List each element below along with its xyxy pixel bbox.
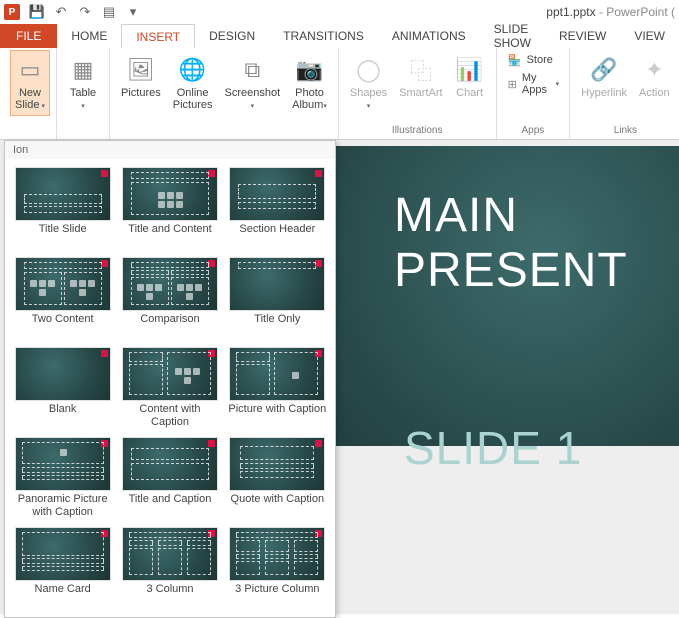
- layout-title-only[interactable]: Title Only: [226, 255, 329, 341]
- group-slides-label: [10, 123, 50, 139]
- chart-icon: 📊: [455, 55, 485, 85]
- action-button[interactable]: ✦ Action: [634, 50, 675, 104]
- gallery-theme-header: Ion: [5, 141, 335, 159]
- group-slides: ▭ New Slide ▾: [0, 48, 57, 139]
- store-button[interactable]: 🏪 Store: [503, 50, 557, 70]
- window-title-suffix: - PowerPoint (: [596, 5, 675, 19]
- screenshot-icon: ⧉: [237, 55, 267, 85]
- online-pictures-button[interactable]: 🌐Online Pictures: [168, 50, 218, 116]
- photo-album-icon: 📷: [295, 55, 325, 85]
- tab-slideshow[interactable]: SLIDE SHOW: [480, 24, 545, 48]
- quick-access-toolbar: 💾 ↶ ↷ ▤ ▾: [26, 1, 144, 23]
- ribbon-tabs: FILE HOME INSERT DESIGN TRANSITIONS ANIM…: [0, 24, 679, 48]
- tab-review[interactable]: REVIEW: [545, 24, 620, 48]
- my-apps-button[interactable]: ⊞My Apps ▾: [503, 70, 564, 98]
- window-title: ppt1.pptx - PowerPoint (: [144, 5, 679, 19]
- shapes-icon: ◯: [354, 55, 384, 85]
- smartart-button[interactable]: ⿻ SmartArt: [394, 50, 447, 104]
- tab-insert[interactable]: INSERT: [121, 24, 195, 48]
- layout-panoramic-picture[interactable]: Panoramic Picture with Caption: [11, 435, 114, 521]
- redo-button[interactable]: ↷: [74, 1, 96, 23]
- group-images: 🖼Pictures 🌐Online Pictures ⧉Screenshot▾ …: [110, 48, 339, 139]
- new-slide-label: New Slide ▾: [15, 87, 45, 111]
- online-pictures-label: Online Pictures: [173, 87, 213, 111]
- layout-picture-with-caption[interactable]: Picture with Caption: [226, 345, 329, 431]
- store-icon: 🏪: [507, 52, 523, 68]
- layout-two-content[interactable]: Two Content: [11, 255, 114, 341]
- undo-button[interactable]: ↶: [50, 1, 72, 23]
- screenshot-label: Screenshot▾: [225, 87, 281, 111]
- smartart-label: SmartArt: [399, 87, 442, 99]
- layout-blank[interactable]: Blank: [11, 345, 114, 431]
- table-button[interactable]: ▦ Table▾: [63, 50, 103, 116]
- tab-file[interactable]: FILE: [0, 24, 57, 48]
- layout-3-picture-column[interactable]: 3 Picture Column: [226, 525, 329, 611]
- table-icon: ▦: [68, 55, 98, 85]
- layout-title-and-content[interactable]: Title and Content: [118, 165, 221, 251]
- layout-content-with-caption[interactable]: Content with Caption: [118, 345, 221, 431]
- hyperlink-button[interactable]: 🔗 Hyperlink: [576, 50, 632, 104]
- new-slide-icon: ▭: [15, 55, 45, 85]
- store-label: Store: [527, 54, 553, 66]
- layout-title-slide[interactable]: Title Slide: [11, 165, 114, 251]
- tab-home[interactable]: HOME: [57, 24, 121, 48]
- screenshot-button[interactable]: ⧉Screenshot▾: [220, 50, 286, 116]
- group-illustrations: ◯Shapes▾ ⿻ SmartArt 📊 Chart Illustrations: [339, 48, 497, 139]
- group-links: 🔗 Hyperlink ✦ Action Links: [570, 48, 679, 139]
- photo-album-label: Photo Album▾: [292, 87, 327, 111]
- pictures-icon: 🖼: [126, 55, 156, 85]
- layout-3-column[interactable]: 3 Column: [118, 525, 221, 611]
- shapes-label: Shapes▾: [350, 87, 387, 111]
- hyperlink-label: Hyperlink: [581, 87, 627, 99]
- layout-quote-with-caption[interactable]: Quote with Caption: [226, 435, 329, 521]
- new-slide-gallery: Ion Title Slide Title and Content Sectio…: [4, 140, 336, 618]
- ribbon: ▭ New Slide ▾ ▦ Table▾ 🖼 Pictures 🌐Online…: [0, 48, 679, 140]
- pictures-label: Pictures: [121, 87, 161, 99]
- layout-section-header[interactable]: Section Header: [226, 165, 329, 251]
- my-apps-label: My Apps: [522, 72, 552, 96]
- group-apps: 🏪 Store ⊞My Apps ▾ Apps: [497, 48, 571, 139]
- save-button[interactable]: 💾: [26, 1, 48, 23]
- chart-button[interactable]: 📊 Chart: [450, 50, 490, 104]
- pictures-button[interactable]: 🖼 Pictures: [116, 50, 166, 104]
- photo-album-button[interactable]: 📷Photo Album▾: [287, 50, 332, 116]
- shapes-button[interactable]: ◯Shapes▾: [345, 50, 392, 116]
- slide[interactable]: MAIN PRESENT SLIDE 1: [334, 146, 679, 446]
- document-name: ppt1.pptx: [546, 5, 595, 19]
- layout-name-card[interactable]: Name Card: [11, 525, 114, 611]
- smartart-icon: ⿻: [406, 55, 436, 85]
- tab-animations[interactable]: ANIMATIONS: [378, 24, 480, 48]
- layout-title-and-caption[interactable]: Title and Caption: [118, 435, 221, 521]
- layout-comparison[interactable]: Comparison: [118, 255, 221, 341]
- table-label: Table▾: [70, 87, 96, 111]
- customize-qat-button[interactable]: ▾: [122, 1, 144, 23]
- start-from-beginning-button[interactable]: ▤: [98, 1, 120, 23]
- titlebar: P 💾 ↶ ↷ ▤ ▾ ppt1.pptx - PowerPoint (: [0, 0, 679, 24]
- app-icon: P: [4, 4, 20, 20]
- new-slide-button[interactable]: ▭ New Slide ▾: [10, 50, 50, 116]
- hyperlink-icon: 🔗: [589, 55, 619, 85]
- slide-subtitle[interactable]: SLIDE 1: [404, 421, 582, 475]
- tab-view[interactable]: VIEW: [620, 24, 679, 48]
- action-label: Action: [639, 87, 670, 99]
- action-icon: ✦: [639, 55, 669, 85]
- tab-transitions[interactable]: TRANSITIONS: [269, 24, 378, 48]
- group-links-label: Links: [576, 123, 674, 139]
- group-apps-label: Apps: [503, 123, 564, 139]
- tab-design[interactable]: DESIGN: [195, 24, 269, 48]
- online-pictures-icon: 🌐: [178, 55, 208, 85]
- layout-grid: Title Slide Title and Content Section He…: [5, 159, 335, 617]
- group-illustrations-label: Illustrations: [345, 123, 490, 139]
- group-tables-label: [63, 123, 103, 139]
- chart-label: Chart: [456, 87, 483, 99]
- group-images-label: [116, 123, 332, 139]
- apps-icon: ⊞: [507, 76, 518, 92]
- group-tables: ▦ Table▾: [57, 48, 110, 139]
- slide-title[interactable]: MAIN PRESENT: [394, 188, 679, 298]
